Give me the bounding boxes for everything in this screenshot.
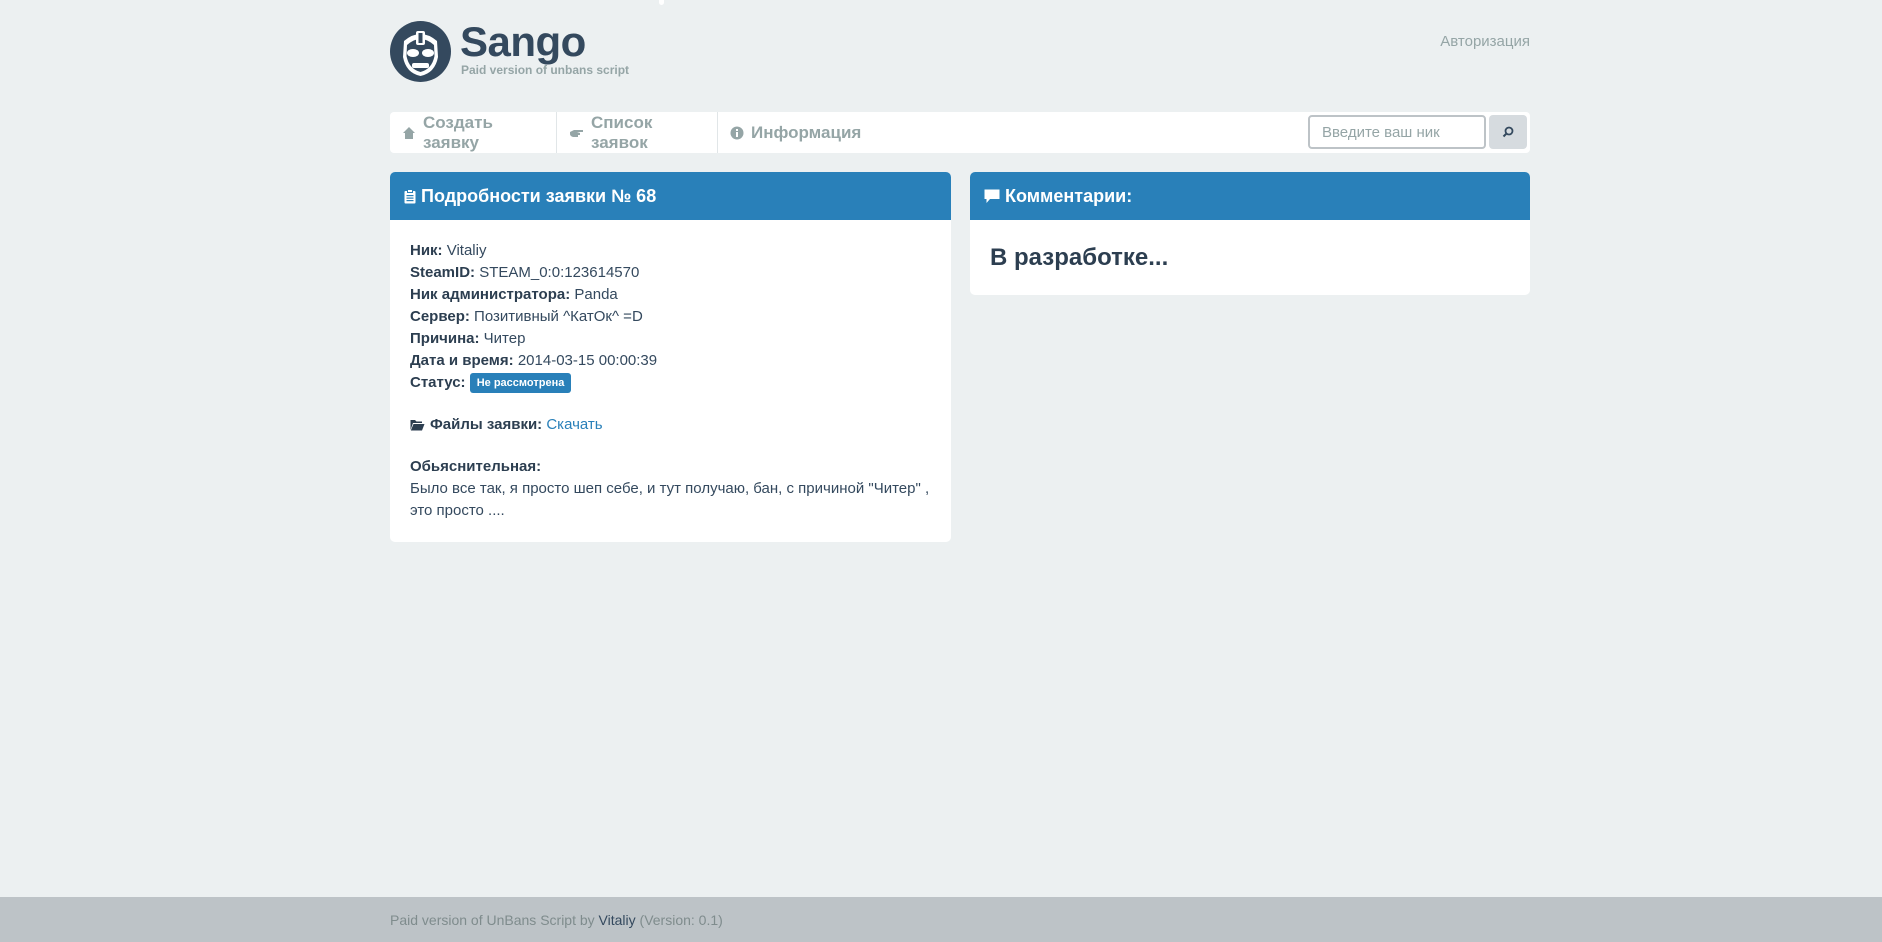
field-nick: Ник: Vitaliy [410,240,931,262]
footer-text: Paid version of UnBans Script by Vitaliy… [390,912,723,928]
field-value: Panda [574,286,618,303]
nav-request-list[interactable]: Список заявок [557,112,718,153]
field-label: Ник администратора: [410,286,571,303]
footer-prefix: Paid version of UnBans Script by [390,912,595,928]
comments-panel: Комментарии: В разработке... [970,172,1530,295]
footer-version: (Version: 0.1) [639,912,723,928]
field-status: Статус: Не рассмотрена [410,372,931,394]
request-details-panel: Подробности заявки № 68 Ник: Vitaliy Ste… [390,172,951,542]
folder-open-icon [410,419,425,431]
field-label: SteamID: [410,264,476,281]
panel-header: Подробности заявки № 68 [390,172,951,220]
home-icon [402,126,416,140]
field-server: Сервер: Позитивный ^КатОк^ =D [410,306,931,328]
panel-header: Комментарии: [970,172,1530,220]
field-label: Дата и время: [410,352,514,369]
field-value: Позитивный ^КатОк^ =D [474,308,643,325]
files-label: Файлы заявки: [430,416,543,433]
explanation-text: Было все так, я просто шеп себе, и тут п… [410,480,930,519]
header: Sango Paid version of unbans script Авто… [390,0,1530,112]
brand-title[interactable]: Sango [460,18,586,66]
nav-label: Список заявок [591,112,653,152]
field-admin-nick: Ник администратора: Panda [410,284,931,306]
field-label: Сервер: [410,308,470,325]
in-development-text: В разработке... [990,244,1169,271]
info-icon [730,126,744,140]
field-value: 2014-03-15 00:00:39 [517,352,658,369]
search-button[interactable] [1489,115,1527,149]
auth-link[interactable]: Авторизация [1440,33,1530,50]
nav-label: Информация [751,122,862,142]
files-row: Файлы заявки: Скачать [410,414,931,436]
page-container: Sango Paid version of unbans script Авто… [390,0,1530,542]
hand-icon [569,126,584,139]
mask-logo-icon[interactable] [390,21,451,82]
brand-subtitle: Paid version of unbans script [461,63,630,77]
nav-label: Создать заявку [423,112,493,152]
panel-title: Комментарии: [1005,185,1133,206]
nav-information[interactable]: Информация [718,112,868,153]
field-label: Статус: [410,374,466,391]
details-body: Ник: Vitaliy SteamID: STEAM_0:0:12361457… [390,220,951,542]
nav-create-request[interactable]: Создать заявку [390,112,557,153]
comment-icon [984,189,1000,204]
clipboard-icon [404,188,416,204]
field-value: Vitaliy [446,242,487,259]
navbar: Создать заявку Список заявок Информация [390,112,1530,153]
field-value: STEAM_0:0:123614570 [479,264,640,281]
field-label: Ник: [410,242,443,259]
comments-body: В разработке... [970,220,1530,292]
field-steamid: SteamID: STEAM_0:0:123614570 [410,262,931,284]
download-link[interactable]: Скачать [546,414,602,436]
status-badge: Не рассмотрена [469,373,572,394]
footer-author-link[interactable]: Vitaliy [599,912,636,928]
field-reason: Причина: Читер [410,328,931,350]
search-icon [1502,126,1514,138]
field-datetime: Дата и время: 2014-03-15 00:00:39 [410,350,931,372]
field-value: Читер [483,330,526,347]
panel-title: Подробности заявки № 68 [421,185,657,206]
explanation-title: Обьяснительная: [410,458,542,475]
nickname-search-input[interactable] [1308,115,1486,149]
field-label: Причина: [410,330,480,347]
footer: Paid version of UnBans Script by Vitaliy… [0,897,1882,942]
